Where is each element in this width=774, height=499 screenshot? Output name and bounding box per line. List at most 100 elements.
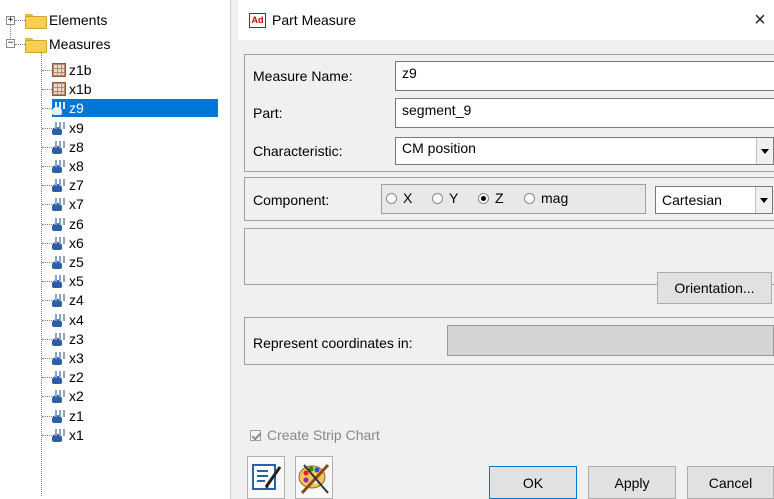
tree-item-label: x7 <box>69 195 84 212</box>
component-label: Component: <box>253 192 330 208</box>
calculator-icon <box>52 63 66 77</box>
tree-item-label: Measures <box>49 35 111 52</box>
tree-line <box>42 89 52 90</box>
radio-y-dot <box>432 192 443 204</box>
radio-z[interactable]: Z <box>478 190 504 206</box>
tree-line <box>42 396 52 397</box>
measure-icon <box>52 121 66 135</box>
radio-mag[interactable]: mag <box>524 190 568 206</box>
radio-z-dot <box>478 192 489 204</box>
palette-brush-icon <box>298 463 330 495</box>
tree-line <box>42 262 52 263</box>
measure-icon <box>52 332 66 346</box>
tree-line <box>42 166 52 167</box>
tree-item-z2[interactable]: z2 <box>52 368 86 386</box>
measure-icon <box>52 217 66 231</box>
measure-icon <box>52 313 66 327</box>
measure-name-field[interactable]: z9 <box>395 61 774 91</box>
create-strip-chart-checkbox[interactable]: Create Strip Chart <box>250 427 380 443</box>
tree-item-z5[interactable]: z5 <box>52 253 86 271</box>
measure-icon <box>52 428 66 442</box>
folder-icon <box>25 13 47 29</box>
edit-list-icon <box>252 464 282 490</box>
tree-line <box>42 108 52 109</box>
radio-x-label: X <box>403 190 413 206</box>
measure-definition-group: Measure Name: z9 Part: segment_9 Charact… <box>244 54 774 172</box>
tree-item-label: z4 <box>69 291 84 308</box>
tree-item-label: x4 <box>69 311 84 328</box>
cancel-button[interactable]: Cancel <box>687 466 774 499</box>
tree-item-label: x3 <box>69 349 84 366</box>
characteristic-label: Characteristic: <box>253 143 343 159</box>
radio-y-label: Y <box>449 190 459 206</box>
characteristic-select[interactable]: CM position <box>395 137 774 165</box>
part-measure-dialog: Ad Part Measure × Measure Name: z9 Part:… <box>238 0 774 499</box>
tree-item-x9[interactable]: x9 <box>52 119 86 137</box>
tree-item-z1b[interactable]: z1b <box>52 61 94 79</box>
radio-mag-label: mag <box>541 190 569 206</box>
tree-item-label: x5 <box>69 272 84 289</box>
tree-item-x3[interactable]: x3 <box>52 349 86 367</box>
apply-button[interactable]: Apply <box>588 466 676 499</box>
radio-x[interactable]: X <box>386 190 412 206</box>
tree-line <box>42 128 52 129</box>
tree-line <box>42 300 52 301</box>
title-bar: Ad Part Measure × <box>238 0 774 40</box>
radio-x-dot <box>386 192 397 204</box>
tree-line <box>42 358 52 359</box>
collapse-measures-icon[interactable]: − <box>6 39 15 48</box>
coordinate-system-value: Cartesian <box>662 192 722 208</box>
tree-item-x8[interactable]: x8 <box>52 157 86 175</box>
tree-item-x5[interactable]: x5 <box>52 272 86 290</box>
tree-item-z3[interactable]: z3 <box>52 330 86 348</box>
ok-button[interactable]: OK <box>489 466 577 499</box>
tree-item-x1[interactable]: x1 <box>52 426 86 444</box>
part-field[interactable]: segment_9 <box>395 98 774 128</box>
tree-item-z9[interactable]: z9 <box>52 99 218 117</box>
tree-item-z1[interactable]: z1 <box>52 407 86 425</box>
tree-item-z4[interactable]: z4 <box>52 291 86 309</box>
tree-item-x1b[interactable]: x1b <box>52 80 94 98</box>
tree-item-label: z6 <box>69 215 84 232</box>
expand-elements-icon[interactable]: + <box>6 16 15 25</box>
tree-line <box>15 20 25 21</box>
tree-item-z7[interactable]: z7 <box>52 176 86 194</box>
coordinate-system-select[interactable]: Cartesian <box>655 186 773 214</box>
splitter[interactable] <box>230 0 238 499</box>
component-radio-group: X Y Z mag <box>381 184 646 214</box>
represent-coordinates-field[interactable] <box>447 325 774 356</box>
chevron-down-icon[interactable] <box>756 138 773 164</box>
chevron-down-icon[interactable] <box>755 187 772 213</box>
close-button[interactable]: × <box>748 6 772 34</box>
tree-item-elements[interactable]: Elements <box>25 11 109 29</box>
tree-item-label: x1b <box>69 80 92 97</box>
tree-item-x2[interactable]: x2 <box>52 387 86 405</box>
tree-line <box>42 147 52 148</box>
represent-label: Represent coordinates in: <box>253 335 413 351</box>
measure-icon <box>52 255 66 269</box>
appearance-button[interactable] <box>295 456 333 499</box>
model-tree: + Elements − Measures z1b x1b z9 x9 z8 x8 z7 x7… <box>0 0 230 499</box>
tree-item-label: z9 <box>67 99 86 117</box>
tree-item-measures[interactable]: Measures <box>25 35 112 53</box>
radio-mag-dot <box>524 192 535 204</box>
tree-item-label: z1b <box>69 61 92 78</box>
tree-item-x6[interactable]: x6 <box>52 234 86 252</box>
tree-line <box>42 339 52 340</box>
tree-item-x4[interactable]: x4 <box>52 311 86 329</box>
tree-item-label: Elements <box>49 11 108 28</box>
tree-item-label: z1 <box>69 407 84 424</box>
tree-item-z8[interactable]: z8 <box>52 138 86 156</box>
measure-icon <box>52 293 66 307</box>
tree-line <box>42 243 52 244</box>
function-builder-button[interactable] <box>247 456 285 499</box>
radio-y[interactable]: Y <box>432 190 458 206</box>
measure-icon <box>52 197 66 211</box>
measure-icon <box>52 101 66 115</box>
tree-line <box>15 44 25 45</box>
app-logo-icon: Ad <box>249 13 266 28</box>
tree-item-z6[interactable]: z6 <box>52 215 86 233</box>
tree-item-x7[interactable]: x7 <box>52 195 86 213</box>
measure-icon <box>52 159 66 173</box>
orientation-button[interactable]: Orientation... <box>657 272 772 304</box>
